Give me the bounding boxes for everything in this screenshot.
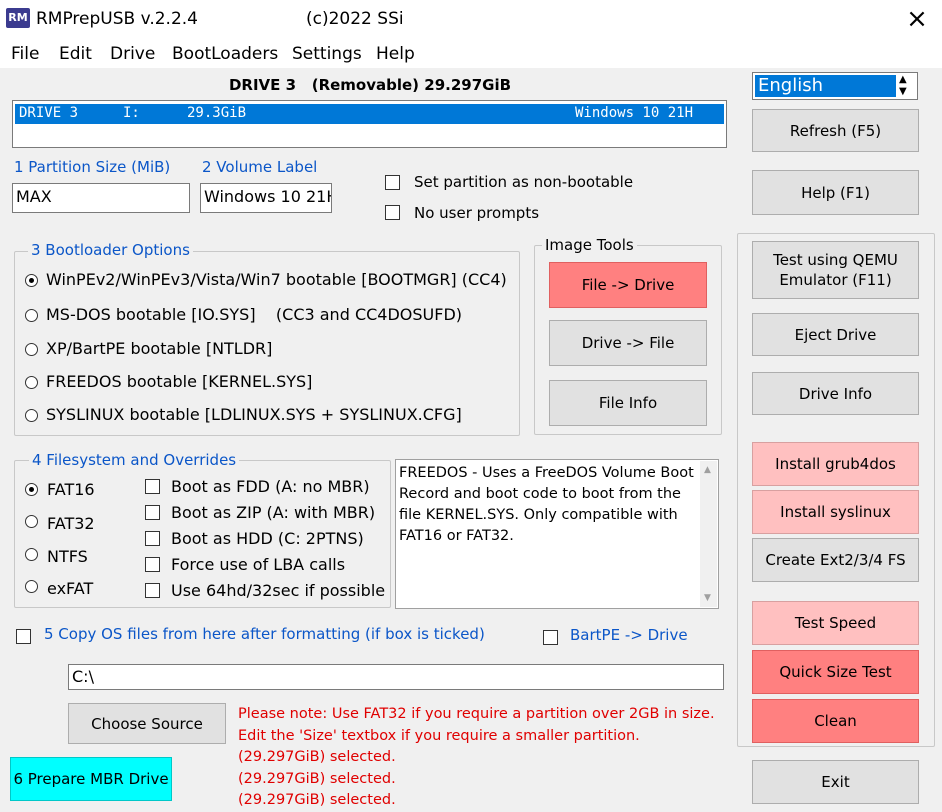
notes-area: Please note: Use FAT32 if you require a …	[238, 704, 715, 812]
override-64hd-checkbox[interactable]	[145, 583, 160, 598]
fs-radio-ntfs[interactable]	[25, 548, 38, 561]
menu-settings[interactable]: Settings	[292, 44, 362, 64]
note-line-2: Edit the 'Size' textbox if you require a…	[238, 727, 640, 744]
image-tools-title: Image Tools	[542, 236, 637, 254]
override-zip-label: Boot as ZIP (A: with MBR)	[171, 503, 376, 522]
menu-bootloaders[interactable]: BootLoaders	[172, 44, 278, 64]
bootloader-group-title: 3 Bootloader Options	[28, 241, 193, 259]
override-fdd-checkbox[interactable]	[145, 479, 160, 494]
non-bootable-checkbox[interactable]	[385, 175, 400, 190]
bootloader-label-msdos: MS-DOS bootable [IO.SYS] (CC3 and CC4DOS…	[46, 305, 463, 324]
drive-info-button[interactable]: Drive Info	[752, 372, 919, 415]
note-line-4: (29.297GiB) selected.	[238, 770, 396, 787]
source-path-input[interactable]: C:\	[68, 664, 724, 690]
bartpe-label: BartPE -> Drive	[570, 626, 688, 644]
app-icon: RM	[6, 8, 30, 28]
qemu-test-button[interactable]: Test using QEMU Emulator (F11)	[752, 241, 919, 299]
drive-to-file-button[interactable]: Drive -> File	[549, 320, 707, 366]
info-textbox[interactable]: FREEDOS - Uses a FreeDOS Volume Boot Rec…	[395, 459, 719, 609]
volume-label-input[interactable]: Windows 10 21H.	[200, 183, 332, 213]
bootloader-radio-xp[interactable]	[25, 343, 38, 356]
bootloader-radio-syslinux[interactable]	[25, 409, 38, 422]
copy-files-checkbox[interactable]	[16, 629, 31, 644]
fs-label-fat16: FAT16	[47, 480, 95, 499]
note-line-1: Please note: Use FAT32 if you require a …	[238, 706, 715, 722]
fs-radio-fat16[interactable]	[25, 483, 38, 496]
fs-label-ntfs: NTFS	[47, 547, 88, 566]
prepare-drive-button[interactable]: 6 Prepare MBR Drive	[10, 757, 172, 801]
scroll-down-icon[interactable]: ▼	[704, 593, 711, 603]
override-zip-checkbox[interactable]	[145, 505, 160, 520]
menu-help[interactable]: Help	[376, 44, 415, 64]
filesystem-group-title: 4 Filesystem and Overrides	[29, 451, 240, 469]
file-to-drive-button[interactable]: File -> Drive	[549, 262, 707, 308]
bootloader-label-xp: XP/BartPE bootable [NTLDR]	[46, 339, 273, 358]
no-prompts-label: No user prompts	[414, 204, 540, 222]
partition-size-input[interactable]: MAX	[12, 183, 190, 213]
eject-drive-button[interactable]: Eject Drive	[752, 313, 919, 356]
override-fdd-label: Boot as FDD (A: no MBR)	[171, 477, 370, 496]
test-speed-button[interactable]: Test Speed	[752, 601, 919, 645]
bootloader-radio-winpe[interactable]	[25, 274, 38, 287]
create-ext-fs-button[interactable]: Create Ext2/3/4 FS	[752, 538, 919, 582]
override-lba-label: Force use of LBA calls	[171, 555, 346, 574]
bootloader-radio-freedos[interactable]	[25, 376, 38, 389]
partition-size-label: 1 Partition Size (MiB)	[14, 158, 171, 176]
note-line-3: (29.297GiB) selected.	[238, 749, 396, 765]
override-hdd-checkbox[interactable]	[145, 531, 160, 546]
note-line-5: (29.297GiB) selected.	[238, 792, 396, 808]
drive-header: DRIVE 3 (Removable) 29.297GiB	[228, 76, 512, 94]
install-syslinux-button[interactable]: Install syslinux	[752, 490, 919, 534]
title-bar: RM RMPrepUSB v.2.2.4 (c)2022 SSi ×	[0, 0, 942, 40]
window-title: RMPrepUSB v.2.2.4	[36, 9, 198, 29]
spin-up-icon[interactable]: ▲	[899, 75, 907, 85]
info-scrollbar[interactable]: ▲ ▼	[700, 461, 717, 607]
install-grub4dos-button[interactable]: Install grub4dos	[752, 442, 919, 486]
info-text: FREEDOS - Uses a FreeDOS Volume Boot Rec…	[399, 465, 694, 544]
override-lba-checkbox[interactable]	[145, 557, 160, 572]
language-select[interactable]: English ▲ ▼	[752, 72, 918, 100]
bootloader-label-winpe: WinPEv2/WinPEv3/Vista/Win7 bootable [BOO…	[46, 270, 507, 289]
bootloader-label-syslinux: SYSLINUX bootable [LDLINUX.SYS + SYSLINU…	[46, 405, 462, 424]
no-prompts-checkbox[interactable]	[385, 205, 400, 220]
drive-list-letter: I:	[123, 105, 140, 121]
bootloader-label-freedos: FREEDOS bootable [KERNEL.SYS]	[46, 372, 313, 391]
menu-file[interactable]: File	[11, 44, 39, 64]
copyright-text: (c)2022 SSi	[306, 9, 404, 29]
refresh-button[interactable]: Refresh (F5)	[752, 109, 919, 152]
exit-button[interactable]: Exit	[752, 760, 919, 804]
spin-down-icon[interactable]: ▼	[899, 87, 907, 97]
file-info-button[interactable]: File Info	[549, 380, 707, 426]
menu-edit[interactable]: Edit	[59, 44, 92, 64]
non-bootable-label: Set partition as non-bootable	[414, 173, 634, 191]
language-selected: English	[755, 75, 896, 97]
menu-drive[interactable]: Drive	[110, 44, 155, 64]
close-icon[interactable]: ×	[897, 2, 937, 36]
fs-radio-exfat[interactable]	[25, 580, 38, 593]
drive-list-size: 29.3GiB	[187, 105, 247, 121]
fs-label-fat32: FAT32	[47, 514, 95, 533]
bootloader-radio-msdos[interactable]	[25, 309, 38, 322]
bartpe-checkbox[interactable]	[543, 630, 558, 645]
override-64hd-label: Use 64hd/32sec if possible	[171, 581, 386, 600]
drive-list-row[interactable]: DRIVE 3 I: 29.3GiB Windows 10 21H	[15, 104, 724, 124]
override-hdd-label: Boot as HDD (C: 2PTNS)	[171, 529, 364, 548]
fs-radio-fat32[interactable]	[25, 515, 38, 528]
clean-button[interactable]: Clean	[752, 699, 919, 743]
drive-list-label: Windows 10 21H	[575, 105, 694, 121]
fs-label-exfat: exFAT	[47, 579, 94, 598]
choose-source-button[interactable]: Choose Source	[68, 703, 226, 744]
volume-label-label: 2 Volume Label	[202, 158, 318, 176]
scroll-up-icon[interactable]: ▲	[704, 465, 711, 475]
drive-list-name: DRIVE 3	[19, 105, 79, 121]
help-button[interactable]: Help (F1)	[752, 170, 919, 215]
menu-bar: File Edit Drive BootLoaders Settings Hel…	[0, 40, 942, 68]
copy-files-label: 5 Copy OS files from here after formatti…	[44, 625, 485, 643]
quick-size-test-button[interactable]: Quick Size Test	[752, 650, 919, 694]
drive-list[interactable]: DRIVE 3 I: 29.3GiB Windows 10 21H	[12, 100, 727, 148]
